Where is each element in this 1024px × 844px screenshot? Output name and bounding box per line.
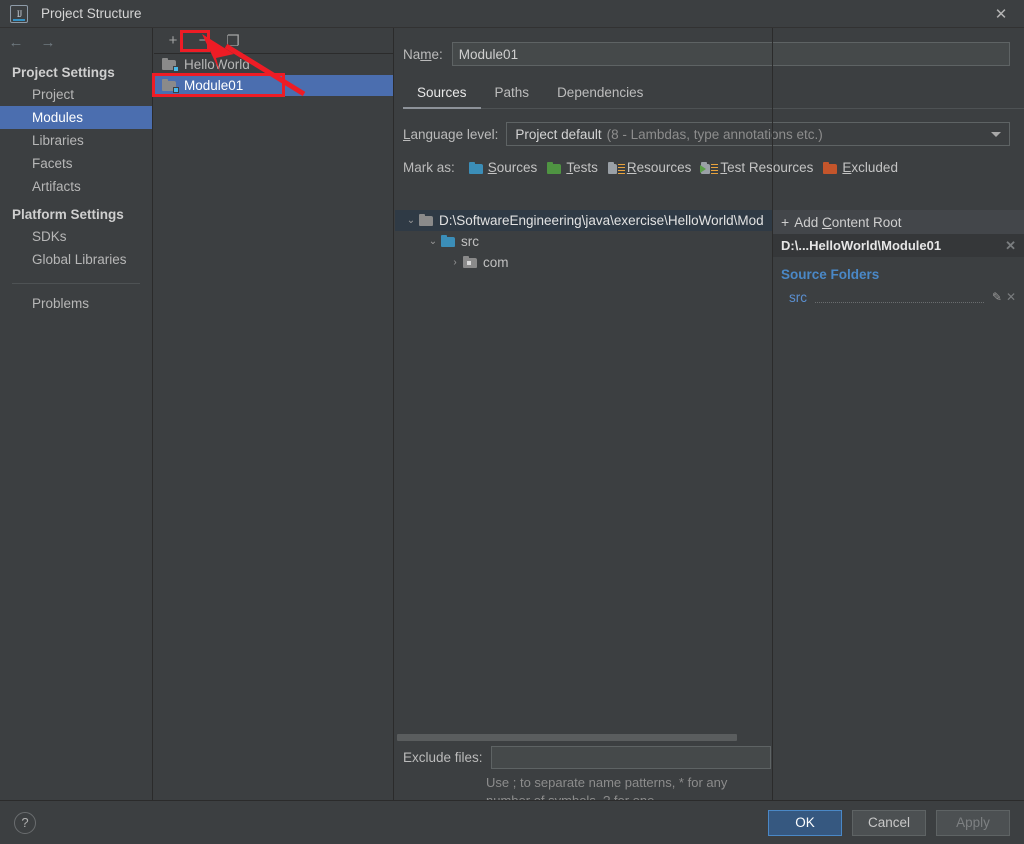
module-icon	[162, 78, 179, 93]
cancel-button[interactable]: Cancel	[852, 809, 926, 836]
source-folder-row[interactable]: src ✎ ✕	[773, 287, 1024, 307]
module-list-item-module01[interactable]: Module01	[154, 75, 393, 96]
tab-sources[interactable]: Sources	[403, 80, 481, 109]
sources-folder-icon	[468, 161, 484, 174]
mark-as-test-resources-button[interactable]: Test Resources	[700, 160, 813, 175]
language-level-value: Project default	[515, 126, 602, 142]
copy-module-button[interactable]: ❐	[224, 32, 242, 50]
sidebar-group-project-settings: Project Settings Project Modules Librari…	[0, 56, 152, 198]
module-list-item-helloworld[interactable]: HelloWorld	[154, 54, 393, 75]
sidebar-item-project[interactable]: Project	[0, 83, 152, 106]
mark-as-row: Mark as: Sources Tests Resources Test Re…	[395, 146, 1024, 175]
apply-button[interactable]: Apply	[936, 809, 1010, 836]
window-title: Project Structure	[41, 6, 142, 21]
content-root-tree: ⌄ D:\SoftwareEngineering\java\exercise\H…	[395, 210, 772, 743]
language-level-label: Language level:	[403, 126, 499, 142]
forward-arrow-icon[interactable]: →	[40, 35, 56, 50]
tree-row-label: com	[483, 255, 509, 270]
chevron-down-icon[interactable]	[991, 131, 1001, 137]
mark-as-tests-button[interactable]: Tests	[547, 160, 598, 175]
sidebar-item-problems[interactable]: Problems	[0, 292, 152, 315]
exclude-hint-line-1: Use ; to separate name patterns, * for a…	[486, 775, 728, 790]
edit-icon[interactable]: ✎	[992, 290, 1002, 304]
content-root-details-panel: + Add Content Root D:\...HelloWorld\Modu…	[772, 210, 1024, 743]
exclude-files-label: Exclude files:	[403, 750, 483, 765]
exclude-files-input[interactable]	[490, 746, 771, 769]
tree-row-content-root[interactable]: ⌄ D:\SoftwareEngineering\java\exercise\H…	[395, 210, 772, 231]
dialog-footer: ? OK Cancel Apply	[0, 800, 1024, 844]
mark-as-label: Mark as:	[403, 160, 455, 175]
sidebar-heading-platform-settings: Platform Settings	[12, 207, 124, 222]
sidebar-group-platform-settings: Platform Settings SDKs Global Libraries	[0, 198, 152, 271]
sidebar-item-libraries[interactable]: Libraries	[0, 129, 152, 152]
module-name-row: Name:	[395, 28, 1024, 66]
language-level-row: Language level: Project default (8 - Lam…	[395, 109, 1024, 146]
scrollbar-thumb[interactable]	[397, 734, 737, 741]
close-icon[interactable]: ✕	[978, 0, 1024, 28]
language-level-select[interactable]: Project default (8 - Lambdas, type annot…	[506, 122, 1010, 146]
module-name-label: HelloWorld	[184, 57, 250, 72]
add-module-button[interactable]: +	[164, 32, 182, 50]
chevron-down-icon[interactable]: ⌄	[425, 236, 441, 247]
help-button[interactable]: ?	[14, 811, 36, 834]
plus-icon: +	[781, 214, 790, 230]
sidebar-item-modules[interactable]: Modules	[0, 106, 152, 129]
source-folders-title: Source Folders	[781, 267, 880, 282]
language-level-hint: (8 - Lambdas, type annotations etc.)	[606, 126, 823, 142]
tests-folder-icon	[547, 161, 562, 174]
module-detail-panel: Name: Sources Paths Dependencies Languag…	[395, 28, 1024, 808]
sidebar-item-artifacts[interactable]: Artifacts	[0, 175, 152, 198]
dotted-leader	[815, 301, 984, 303]
ok-button[interactable]: OK	[768, 809, 842, 836]
source-folder-name: src	[789, 289, 807, 305]
module-name-input[interactable]	[451, 42, 1010, 66]
remove-content-root-icon[interactable]: ✕	[1005, 238, 1016, 254]
excluded-folder-icon	[823, 161, 838, 174]
sidebar-heading-project-settings: Project Settings	[12, 65, 115, 80]
module-name-label: Module01	[184, 78, 244, 93]
chevron-right-icon[interactable]: ›	[447, 257, 463, 268]
modules-list-panel: + − ❐ HelloWorld Module01	[154, 28, 394, 800]
project-structure-dialog: IJ Project Structure ✕ ← → Project Setti…	[0, 0, 1024, 844]
package-icon	[463, 255, 478, 269]
module-name-label-static: Name:	[403, 46, 443, 62]
sidebar-item-facets[interactable]: Facets	[0, 152, 152, 175]
remove-source-folder-icon[interactable]: ✕	[1006, 290, 1016, 304]
tree-row-com[interactable]: › com	[395, 252, 772, 273]
settings-sidebar: ← → Project Settings Project Modules Lib…	[0, 28, 153, 800]
chevron-down-icon[interactable]: ⌄	[403, 215, 419, 226]
modules-toolbar: + − ❐	[154, 28, 393, 54]
vertical-divider	[772, 28, 773, 800]
test-resources-folder-icon	[700, 161, 719, 174]
tree-horizontal-scrollbar[interactable]	[395, 731, 772, 743]
sidebar-item-sdks[interactable]: SDKs	[0, 225, 152, 248]
tab-paths[interactable]: Paths	[481, 80, 544, 109]
module-icon	[162, 57, 179, 72]
content-root-header: D:\...HelloWorld\Module01 ✕	[773, 234, 1024, 257]
tree-row-src[interactable]: ⌄ src	[395, 231, 772, 252]
sources-folder-icon	[441, 234, 456, 248]
footer-buttons: OK Cancel Apply	[768, 809, 1010, 836]
mark-as-resources-button[interactable]: Resources	[607, 160, 691, 175]
mark-as-sources-button[interactable]: Sources	[468, 160, 537, 175]
remove-module-button[interactable]: −	[194, 32, 212, 50]
back-arrow-icon[interactable]: ←	[8, 35, 24, 50]
content-roots-area: ⌄ D:\SoftwareEngineering\java\exercise\H…	[395, 210, 1024, 743]
detail-tabs: Sources Paths Dependencies	[403, 80, 1024, 109]
sidebar-item-global-libraries[interactable]: Global Libraries	[0, 248, 152, 271]
content-root-path: D:\...HelloWorld\Module01	[781, 238, 942, 253]
tree-row-label: D:\SoftwareEngineering\java\exercise\Hel…	[439, 213, 764, 228]
tree-row-label: src	[461, 234, 479, 249]
add-content-root-button[interactable]: + Add Content Root	[773, 210, 1024, 234]
tab-dependencies[interactable]: Dependencies	[543, 80, 657, 109]
mark-as-excluded-button[interactable]: Excluded	[823, 160, 898, 175]
intellij-logo-icon: IJ	[10, 4, 28, 23]
exclude-files-row: Exclude files:	[395, 746, 772, 769]
title-bar: IJ Project Structure ✕	[0, 0, 1024, 28]
sidebar-divider	[12, 283, 140, 284]
folder-icon	[419, 213, 434, 227]
resources-folder-icon	[607, 161, 625, 174]
navigation-arrows: ← →	[0, 28, 152, 56]
